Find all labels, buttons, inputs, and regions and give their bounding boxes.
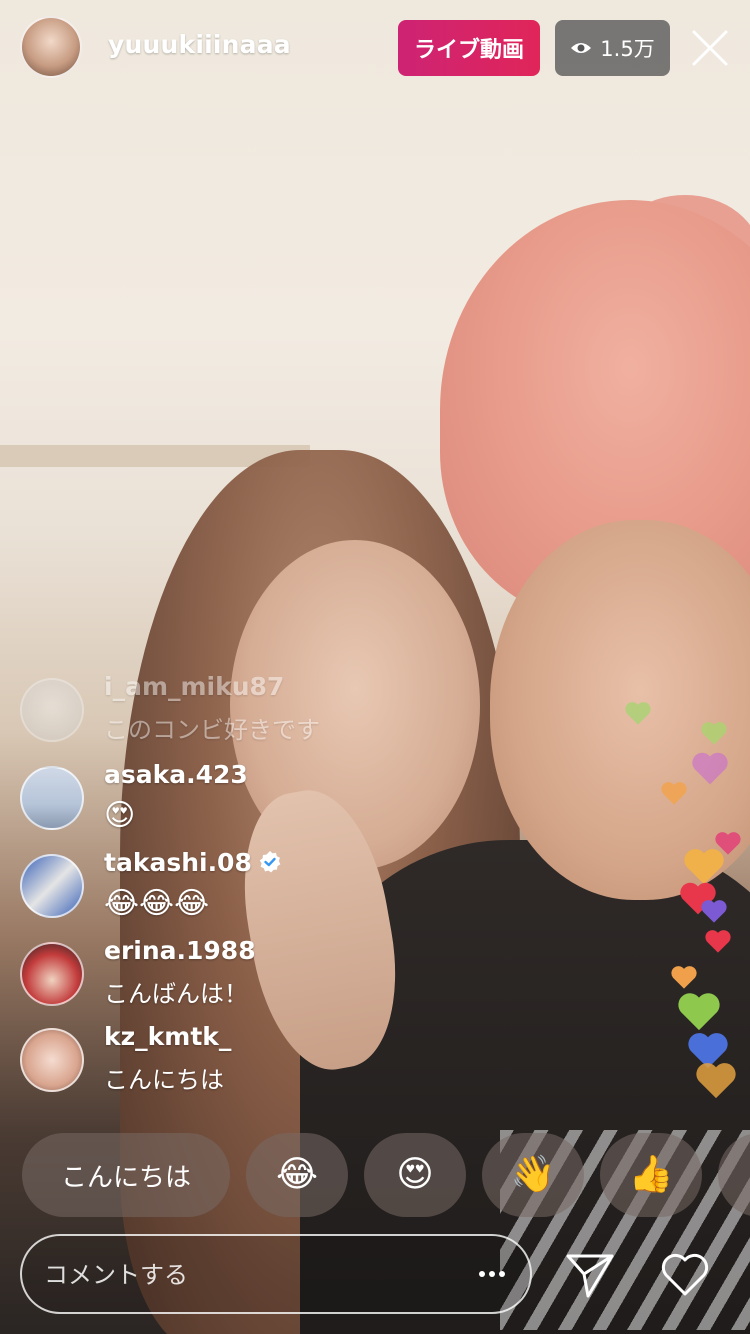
heart-icon: [700, 898, 728, 924]
quick-reply-row: こんにちは 😂 😍 👋 👍: [22, 1133, 750, 1217]
comment-username[interactable]: takashi.08: [104, 848, 282, 877]
eye-icon: [571, 43, 592, 53]
comment-item: i_am_miku87 このコンビ好きです: [20, 670, 400, 750]
comment-text: こんにちは: [104, 1066, 224, 1094]
paper-plane-icon[interactable]: [564, 1248, 616, 1300]
comment-text: このコンビ好きです: [104, 716, 320, 744]
quick-reply-partial[interactable]: [718, 1133, 750, 1217]
comment-item: asaka.423 😍: [20, 758, 400, 838]
comment-username[interactable]: asaka.423: [104, 760, 248, 789]
heart-icon: [694, 1060, 738, 1100]
heart-eyes-emoji: 😍: [396, 1154, 434, 1195]
heart-icon: [700, 720, 728, 746]
comment-text: こんばんは！: [104, 980, 248, 1008]
thumbs-up-emoji: 👍: [628, 1154, 674, 1195]
quick-reply-emoji[interactable]: 👍: [600, 1133, 702, 1217]
viewer-count-badge[interactable]: 1.5万: [555, 20, 670, 76]
comment-input[interactable]: [42, 1236, 466, 1314]
live-video-screen: yuuukiiinaaa ライブ動画 1.5万 i_am_miku87 このコン…: [0, 0, 750, 1334]
viewer-count: 1.5万: [600, 37, 655, 61]
heart-icon: [690, 750, 730, 786]
close-icon[interactable]: [688, 26, 732, 70]
comment-username[interactable]: i_am_miku87: [104, 672, 284, 701]
heart-icon[interactable]: [658, 1248, 712, 1302]
host-avatar[interactable]: [20, 16, 82, 78]
comment-username[interactable]: erina.1988: [104, 936, 256, 965]
host-username[interactable]: yuuukiiinaaa: [108, 30, 291, 59]
quick-reply-emoji[interactable]: 😍: [364, 1133, 466, 1217]
commenter-avatar[interactable]: [20, 766, 84, 830]
verified-badge-icon: [259, 851, 281, 873]
commenter-avatar[interactable]: [20, 942, 84, 1006]
waving-hand-emoji: 👋: [510, 1154, 556, 1195]
comment-item: kz_kmtk_ こんにちは: [20, 1020, 400, 1100]
quick-reply-emoji[interactable]: 👋: [482, 1133, 584, 1217]
commenter-avatar[interactable]: [20, 854, 84, 918]
tears-of-joy-emoji: 😂: [275, 1154, 319, 1195]
more-dots-icon[interactable]: [474, 1256, 510, 1292]
heart-icon: [704, 928, 732, 954]
heart-icon: [670, 964, 698, 990]
comment-text: 😍: [104, 798, 136, 833]
quick-reply-emoji[interactable]: 😂: [246, 1133, 348, 1217]
heart-icon: [624, 700, 652, 726]
comment-item: erina.1988 こんばんは！: [20, 934, 400, 1014]
comment-item: takashi.08 😂😂😂: [20, 846, 400, 926]
comment-input-container: [20, 1234, 532, 1314]
heart-icon: [660, 780, 688, 806]
heart-icon: [676, 990, 722, 1032]
live-badge: ライブ動画: [398, 20, 540, 76]
comment-username[interactable]: kz_kmtk_: [104, 1022, 231, 1051]
commenter-avatar[interactable]: [20, 678, 84, 742]
comment-text: 😂😂😂: [104, 886, 210, 921]
comment-username-text: takashi.08: [104, 848, 252, 877]
commenter-avatar[interactable]: [20, 1028, 84, 1092]
quick-reply-text[interactable]: こんにちは: [22, 1133, 230, 1217]
